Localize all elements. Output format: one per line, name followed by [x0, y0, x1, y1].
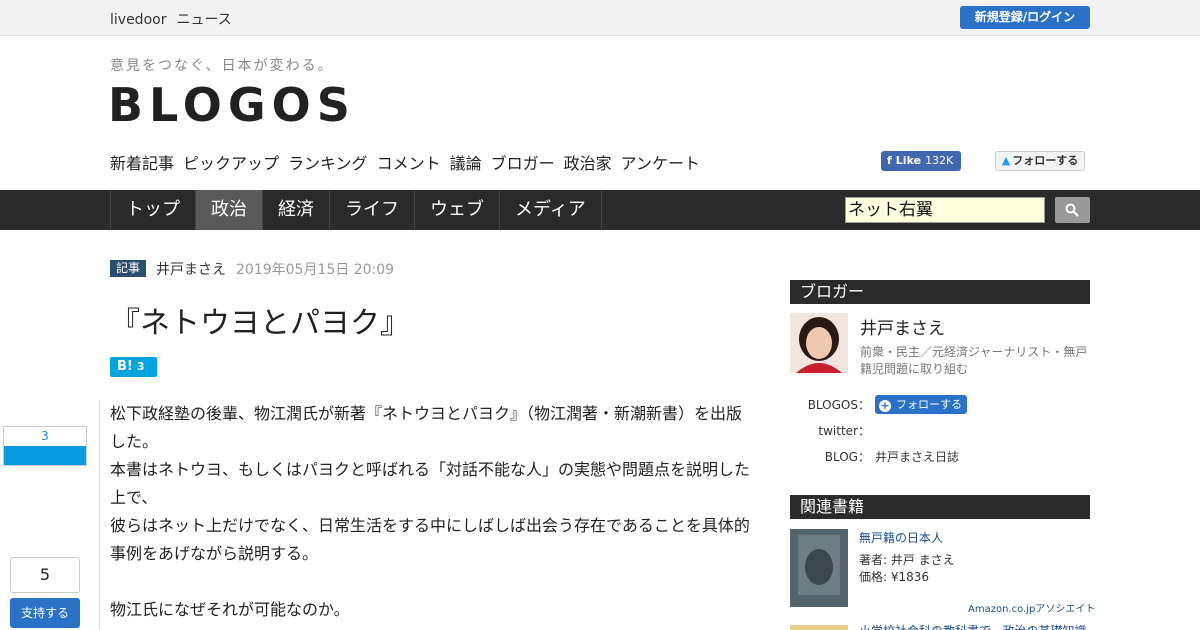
article-tag[interactable]: 記事 [110, 260, 146, 277]
book-title[interactable]: 無戸籍の日本人 [859, 529, 943, 546]
blogger-section-heading: ブロガー [790, 280, 1090, 304]
twitter-label: twitter： [818, 424, 870, 438]
blogger-name[interactable]: 井戸まさえ [860, 314, 945, 339]
article-title: 『ネトウヨとパヨク』 [110, 306, 410, 341]
share-bar[interactable] [4, 446, 86, 465]
search-icon [1065, 203, 1079, 217]
site-tagline: 意見をつなぐ、日本が変わる。 [110, 58, 334, 74]
tab-politics[interactable]: 政治 [196, 190, 263, 230]
hatena-bookmark-button[interactable]: B! 3 [110, 357, 157, 377]
blog-label: BLOG： [824, 450, 870, 464]
tab-life[interactable]: ライフ [330, 190, 415, 230]
brand-livedoor[interactable]: livedoor [110, 12, 166, 28]
brand-news[interactable]: ニュース [176, 12, 231, 28]
plus-icon: + [879, 399, 891, 412]
subnav-bloggers[interactable]: ブロガー [491, 154, 555, 173]
twitter-bird-icon: ▲ [1001, 154, 1011, 167]
search-input[interactable]: ネット右翼 [845, 197, 1045, 223]
livedoor-news-brand[interactable]: livedoor ニュース [110, 9, 242, 29]
article-body: 松下政経塾の後輩、物江潤氏が新著『ネトウヨとパヨク』（物江潤著・新潮新書）を出版… [110, 400, 755, 624]
blogos-label: BLOGOS： [807, 398, 870, 412]
tab-web[interactable]: ウェブ [415, 190, 500, 230]
book-author: 著者: 井戸 まさえ [859, 553, 955, 567]
fb-like-label: Like [895, 154, 922, 167]
follow-label: フォローする [896, 398, 962, 411]
blogger-description: 前衆・民主／元経済ジャーナリスト・無戸籍児問題に取り組む [860, 345, 1088, 376]
share-count: 3 [41, 429, 49, 443]
article-date: 2019年05月15日 20:09 [236, 262, 395, 278]
book-price: 価格: ¥1836 [859, 570, 930, 584]
subnav-debate[interactable]: 議論 [450, 154, 482, 173]
share-count-box[interactable]: 3 [3, 426, 87, 466]
hatena-bookmark-icon: B! [117, 359, 133, 374]
search-button[interactable] [1055, 197, 1090, 223]
top-bar: livedoor ニュース 新規登録/ログイン [0, 0, 1200, 36]
book2-title[interactable]: 小学校社会科の教科書で、政治の基礎知識 [859, 622, 1089, 630]
books-section-heading: 関連書籍 [790, 495, 1090, 519]
sub-navigation: 新着記事 ピックアップ ランキング コメント 議論 ブロガー 政治家 アンケート [110, 150, 709, 174]
twitter-follow-button[interactable]: ▲ フォローする [995, 151, 1085, 171]
facebook-like-button[interactable]: f Like 132K [881, 151, 961, 171]
subnav-politicians[interactable]: 政治家 [564, 154, 612, 173]
support-button[interactable]: 支持する [10, 598, 80, 628]
paragraph: 松下政経塾の後輩、物江潤氏が新著『ネトウヨとパヨク』（物江潤著・新潮新書）を出版… [110, 404, 743, 451]
tw-follow-label: フォローする [1012, 154, 1079, 167]
subnav-survey[interactable]: アンケート [621, 154, 700, 173]
book2-cover[interactable] [790, 625, 848, 630]
fb-like-count: 132K [925, 154, 954, 167]
subnav-new-articles[interactable]: 新着記事 [110, 154, 174, 173]
blogos-follow-button[interactable]: + フォローする [875, 395, 967, 414]
blogger-avatar[interactable] [790, 313, 848, 373]
tab-media[interactable]: メディア [500, 190, 602, 230]
tab-top[interactable]: トップ [110, 190, 196, 230]
amazon-associate-link[interactable]: Amazon.co.jpアソシエイト [968, 600, 1095, 615]
thumbs-up-icon: f [887, 154, 892, 167]
subnav-comments[interactable]: コメント [377, 154, 441, 173]
article-author[interactable]: 井戸まさえ [156, 259, 226, 279]
blog-name[interactable]: 井戸まさえ日誌 [875, 448, 959, 465]
subnav-pickup[interactable]: ピックアップ [183, 154, 279, 173]
subnav-ranking[interactable]: ランキング [288, 154, 368, 173]
blogos-logo[interactable]: BLOGOS [108, 78, 356, 132]
book-cover[interactable] [790, 529, 848, 607]
hatena-count: 3 [136, 360, 145, 373]
support-count: 5 [10, 557, 80, 593]
signup-login-button[interactable]: 新規登録/ログイン [960, 6, 1090, 29]
tab-economy[interactable]: 経済 [263, 190, 330, 230]
paragraph: 本書はネトウヨ、もしくはパヨクと呼ばれる「対話不能な人」の実態や問題点を説明した… [110, 460, 751, 507]
paragraph: 物江氏になぜそれが可能なのか。 [110, 600, 350, 619]
paragraph: 彼らはネット上だけでなく、日常生活をする中にしばしば出会う存在であることを具体的… [110, 516, 750, 563]
